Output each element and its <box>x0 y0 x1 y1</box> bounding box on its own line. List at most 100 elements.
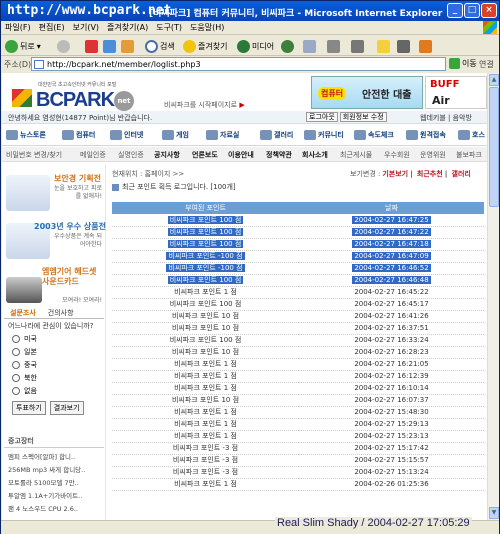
promo-glasses[interactable]: 보안경 기획전 눈을 보호하고 피로를 없애자! <box>4 171 104 215</box>
poll-option[interactable]: 미국 <box>12 334 96 344</box>
point-log-table: 부여된 포인트 날짜 비씨파크 포인트 100 점 2004-02-27 16:4… <box>112 202 484 491</box>
view-recommend[interactable]: 최근추천 <box>417 170 443 178</box>
print-button[interactable] <box>327 38 340 54</box>
breadcrumb: 현재위치 : 홈페이지 >> <box>112 170 185 178</box>
market-item[interactable]: 팬 4 노스우드 CPU 2.6.. <box>8 503 100 513</box>
subnav-guide[interactable]: 이용안내 <box>228 150 254 160</box>
subnav-bulbo[interactable]: 불보파크 <box>456 150 482 160</box>
scroll-thumb[interactable] <box>489 87 499 207</box>
news-icon <box>6 130 18 140</box>
subnav-press[interactable]: 언론보도 <box>192 150 218 160</box>
menu-file[interactable]: 파일(F) <box>1 21 35 33</box>
market-item[interactable]: 멤피 스펙어[알파] 합니.. <box>8 451 100 461</box>
menu-help[interactable]: 도움말(H) <box>186 21 228 33</box>
radio-icon[interactable] <box>12 374 20 382</box>
home-button[interactable] <box>121 38 134 54</box>
history-button[interactable] <box>281 38 294 54</box>
poll-option[interactable]: 일본 <box>12 347 96 357</box>
menu-tools[interactable]: 도구(T) <box>152 21 186 33</box>
folder-button[interactable] <box>377 38 390 54</box>
subnav-recent[interactable]: 최근게시물 <box>340 150 372 160</box>
radio-icon[interactable] <box>12 335 20 343</box>
stop-button[interactable] <box>85 38 98 54</box>
date-value: 2004-02-27 15:17:42 <box>354 444 429 452</box>
title-bar[interactable]: http://www.bcpark.net [비씨파크] 컴퓨터 커뮤니티, 비… <box>1 1 499 21</box>
point-cell: 비씨파크 포인트 10 점 <box>112 322 299 335</box>
site-logo[interactable]: 대한민국 초고속인터넷 커뮤니티 포털 BCPARK net <box>10 81 134 111</box>
minimize-button[interactable]: _ <box>447 3 463 18</box>
vertical-scrollbar[interactable]: ▲ ▼ <box>487 73 499 520</box>
buff-ad-banner[interactable]: BUFF Air <box>425 76 487 109</box>
poll-option[interactable]: 중국 <box>12 360 96 370</box>
research-button[interactable] <box>419 38 432 54</box>
scroll-up-icon[interactable]: ▲ <box>489 74 499 86</box>
scroll-down-icon[interactable]: ▼ <box>489 507 499 519</box>
go-label: 이동 <box>462 59 477 68</box>
tab-poll[interactable]: 설문조사 <box>4 307 42 318</box>
go-button[interactable]: 이동 <box>449 58 477 69</box>
sub-nav: 비밀번호 변경/찾기 메일인증 실명인증 공지사항 언론보도 이용안내 정책약관… <box>2 147 487 162</box>
date-cell: 2004-02-27 15:23:13 <box>299 430 484 443</box>
subnav-password[interactable]: 비밀번호 변경/찾기 <box>6 150 62 160</box>
address-input[interactable]: http://bcpark.net/member/loglist.php3 <box>31 57 446 71</box>
subnav-policy[interactable]: 정책약관 <box>266 150 292 160</box>
date-value: 2004-02-27 16:28:23 <box>354 348 429 356</box>
subnav-notice[interactable]: 공지사항 <box>154 150 180 160</box>
menu-favorites[interactable]: 즐겨찾기(A) <box>103 21 152 33</box>
cat-internet[interactable]: 인터넷 <box>110 130 143 140</box>
messenger-button[interactable] <box>397 38 410 54</box>
favorites-button[interactable]: 즐겨찾기 <box>183 38 227 54</box>
promo-headset[interactable]: 엠엠기어 헤드셋 사운드카드 모여라! 모여라! <box>4 265 104 305</box>
close-button[interactable]: × <box>481 3 497 18</box>
logout-button[interactable]: 로그아웃 <box>306 112 338 122</box>
view-basic[interactable]: 기본보기 <box>382 170 408 178</box>
cat-gallery[interactable]: 갤러리 <box>260 130 293 140</box>
search-button[interactable]: 검색 <box>145 38 175 54</box>
links-button[interactable]: 연결 <box>479 59 494 70</box>
market-item[interactable]: 투알엠 1.1A+기가바이트.. <box>8 490 100 500</box>
cat-news[interactable]: 뉴스토론 <box>6 130 46 140</box>
market-item[interactable]: 모토롤라 5100모델 7만.. <box>8 477 100 487</box>
vote-button[interactable]: 투표하기 <box>12 401 46 415</box>
cat-files[interactable]: 자료실 <box>206 130 239 140</box>
cat-hosting[interactable]: 호스 <box>458 130 485 140</box>
loan-ad-banner[interactable]: 컴퓨터 안전한 대출 <box>311 76 423 109</box>
edit-profile-button[interactable]: 회원정보 수정 <box>339 112 387 122</box>
subnav-company[interactable]: 회사소개 <box>302 150 328 160</box>
cat-game[interactable]: 게임 <box>162 130 189 140</box>
subnav-realname[interactable]: 실명인증 <box>118 150 144 160</box>
edit-button[interactable] <box>351 38 364 54</box>
market-item[interactable]: 256MB mp3 싸게 합니당.. <box>8 464 100 474</box>
radio-icon[interactable] <box>12 387 20 395</box>
promo-2003[interactable]: 2003년 우수 상품전 우수상품은 계속 되어야한다 <box>4 219 106 263</box>
menu-edit[interactable]: 편집(E) <box>35 21 69 33</box>
cat-community[interactable]: 커뮤니티 <box>304 130 344 140</box>
col-point: 부여된 포인트 <box>112 202 299 214</box>
menu-view[interactable]: 보기(V) <box>69 21 103 33</box>
radio-icon[interactable] <box>12 348 20 356</box>
maximize-button[interactable]: □ <box>464 3 480 18</box>
poll-option[interactable]: 북한 <box>12 373 96 383</box>
subnav-best[interactable]: 우수회원 <box>384 150 410 160</box>
forward-button[interactable] <box>57 38 70 54</box>
tab-suggestion[interactable]: 건의사항 <box>42 307 80 318</box>
quick-links[interactable]: 웹데키블 | 음악방 <box>420 113 472 123</box>
radio-icon[interactable] <box>12 361 20 369</box>
poll-option[interactable]: 없음 <box>12 386 96 396</box>
set-start-page-link[interactable]: 비씨파크를 시작페이지로 ▶ <box>164 100 245 110</box>
media-button[interactable]: 미디어 <box>237 38 274 54</box>
cat-computer[interactable]: 컴퓨터 <box>62 130 95 140</box>
used-market: 중고장터 멤피 스펙어[알파] 합니.. 256MB mp3 싸게 합니당.. … <box>4 435 104 516</box>
mail-button[interactable] <box>303 38 316 54</box>
refresh-button[interactable] <box>103 38 116 54</box>
point-cell: 비씨파크 포인트 1 점 <box>112 286 299 299</box>
cat-remote[interactable]: 원격접속 <box>406 130 446 140</box>
subnav-staff[interactable]: 운영위원 <box>420 150 446 160</box>
cat-speedcheck[interactable]: 속도체크 <box>354 130 394 140</box>
poll-result-button[interactable]: 결과보기 <box>49 401 84 415</box>
chevron-down-icon[interactable]: ▾ <box>37 42 41 51</box>
back-button[interactable]: 뒤로 ▾ <box>5 38 41 54</box>
table-row: 비씨파크 포인트 10 점 2004-02-27 16:28:23 <box>112 346 484 359</box>
view-gallery[interactable]: 갤러리 <box>452 170 471 178</box>
subnav-mail-auth[interactable]: 메일인증 <box>80 150 106 160</box>
